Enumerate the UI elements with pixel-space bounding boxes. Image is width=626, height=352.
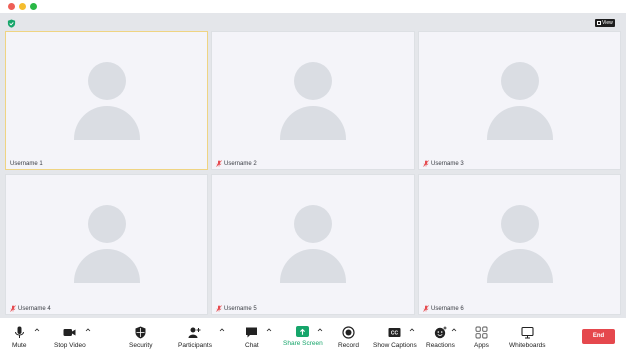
meeting-toolbar: Mute Stop Video Security Participants Ch…	[0, 318, 626, 352]
mic-muted-icon	[423, 160, 429, 167]
participant-name: Username 1	[10, 161, 43, 167]
avatar-head	[294, 205, 332, 243]
participants-button[interactable]: Participants	[178, 326, 212, 349]
avatar-head	[500, 62, 539, 100]
participants-label: Participants	[178, 342, 212, 349]
participant-name: Username 3	[431, 160, 464, 167]
video-gallery: View Username 1 Username 2 Username 3 Us	[0, 13, 626, 318]
apps-button[interactable]: Apps	[474, 326, 489, 349]
participant-name-label: Username 5	[216, 305, 257, 312]
grid-view-icon	[597, 21, 601, 25]
shield-check-icon[interactable]	[7, 19, 16, 28]
participant-tile[interactable]: Username 1	[5, 31, 208, 170]
apps-label: Apps	[474, 342, 489, 349]
smiley-reaction-icon	[434, 326, 447, 339]
participant-tile[interactable]: Username 3	[418, 31, 621, 170]
reactions-label: Reactions	[426, 342, 455, 349]
mic-muted-icon	[216, 305, 222, 312]
whiteboard-icon	[521, 326, 534, 339]
participants-options-chevron-icon[interactable]	[219, 327, 225, 333]
participant-tile[interactable]: Username 5	[211, 174, 415, 315]
record-button[interactable]: Record	[338, 326, 359, 349]
participant-tile[interactable]: Username 4	[5, 174, 208, 315]
participant-name: Username 6	[431, 305, 464, 312]
participant-name: Username 2	[224, 160, 257, 167]
avatar-head	[500, 205, 539, 243]
avatar-body	[280, 106, 346, 140]
avatar-body	[486, 249, 553, 283]
end-meeting-button[interactable]: End	[582, 329, 615, 344]
mute-options-chevron-icon[interactable]	[34, 327, 40, 333]
participant-name-label: Username 4	[10, 305, 51, 312]
participant-name: Username 5	[224, 305, 257, 312]
closed-captions-icon: CC	[388, 328, 401, 337]
security-label: Security	[129, 342, 153, 349]
participant-name: Username 4	[18, 305, 51, 312]
close-window-button[interactable]	[8, 3, 15, 10]
share-options-chevron-icon[interactable]	[317, 327, 323, 333]
view-button-label: View	[602, 20, 613, 26]
avatar-head	[87, 62, 126, 100]
chat-button[interactable]: Chat	[245, 326, 259, 349]
avatar-body	[486, 106, 553, 140]
whiteboards-button[interactable]: Whiteboards	[509, 326, 546, 349]
chat-bubble-icon	[246, 327, 258, 338]
participant-tile[interactable]: Username 2	[211, 31, 415, 170]
chat-options-chevron-icon[interactable]	[266, 327, 272, 333]
participants-icon	[188, 327, 201, 338]
avatar-body	[73, 106, 140, 140]
whiteboards-label: Whiteboards	[509, 342, 546, 349]
stop-video-label: Stop Video	[54, 342, 86, 349]
chat-label: Chat	[245, 342, 259, 349]
show-captions-label: Show Captions	[373, 342, 417, 349]
share-screen-label: Share Screen	[283, 340, 323, 347]
mute-label: Mute	[12, 342, 27, 349]
security-shield-icon	[135, 326, 146, 339]
mute-button[interactable]: Mute	[12, 326, 26, 349]
mic-muted-icon	[216, 160, 222, 167]
captions-options-chevron-icon[interactable]	[409, 327, 415, 333]
record-icon	[342, 326, 355, 339]
avatar-head	[87, 205, 126, 243]
participant-name-label: Username 1	[10, 161, 43, 167]
participant-name-label: Username 3	[423, 160, 464, 167]
microphone-icon	[14, 326, 24, 338]
security-button[interactable]: Security	[129, 326, 152, 349]
view-button[interactable]: View	[595, 19, 615, 27]
mic-muted-icon	[10, 305, 16, 312]
reactions-options-chevron-icon[interactable]	[451, 327, 457, 333]
window-titlebar	[0, 0, 626, 13]
avatar-body	[73, 249, 140, 283]
video-camera-icon	[63, 329, 76, 336]
captions-icon-text: CC	[391, 331, 399, 337]
video-options-chevron-icon[interactable]	[85, 327, 91, 333]
maximize-window-button[interactable]	[30, 3, 37, 10]
record-label: Record	[338, 342, 359, 349]
participant-name-label: Username 6	[423, 305, 464, 312]
stop-video-button[interactable]: Stop Video	[54, 326, 86, 349]
avatar-head	[294, 62, 332, 100]
mic-muted-icon	[423, 305, 429, 312]
share-screen-icon	[296, 326, 310, 337]
apps-grid-icon	[475, 326, 488, 339]
participant-tile[interactable]: Username 6	[418, 174, 621, 315]
minimize-window-button[interactable]	[19, 3, 26, 10]
participant-name-label: Username 2	[216, 160, 257, 167]
avatar-body	[280, 249, 346, 283]
